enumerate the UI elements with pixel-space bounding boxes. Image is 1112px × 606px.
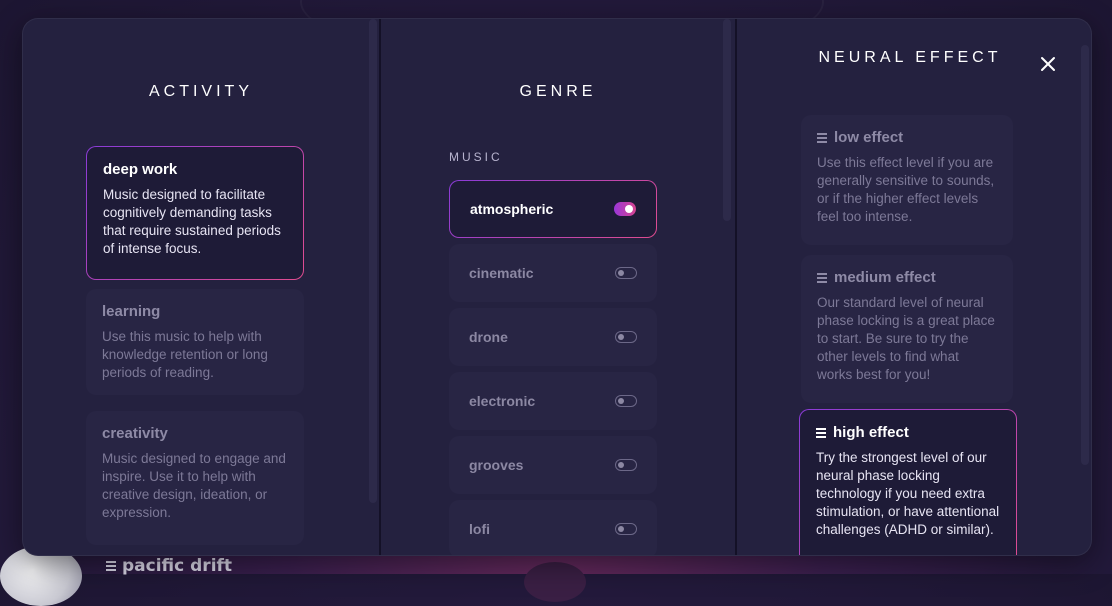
genre-item-electronic[interactable]: electronic [449, 372, 657, 430]
play-button-shadow [524, 562, 586, 602]
activity-card-learning[interactable]: learning Use this music to help with kno… [86, 289, 304, 395]
effect-card-title: low effect [817, 129, 997, 146]
now-playing-title: pacific drift [106, 556, 232, 576]
activity-card-desc: Music designed to facilitate cognitively… [103, 187, 281, 256]
genre-toggle[interactable] [614, 202, 636, 216]
effect-card-desc: Try the strongest level of our neural ph… [816, 450, 1000, 537]
neural-effect-column: NEURAL EFFECT low effect Use this effect… [737, 19, 1091, 555]
activity-card-deep-work[interactable]: deep work Music designed to facilitate c… [86, 146, 304, 280]
effect-card-desc: Our standard level of neural phase locki… [817, 295, 995, 382]
activity-column: ACTIVITY deep work Music designed to fac… [23, 19, 379, 555]
effect-card-high[interactable]: high effect Try the strongest level of o… [799, 409, 1017, 555]
neural-effect-scrollbar[interactable] [1081, 45, 1089, 465]
activity-card-desc: Use this music to help with knowledge re… [102, 329, 268, 380]
effect-card-title-text: low effect [834, 129, 904, 146]
genre-toggle[interactable] [615, 331, 637, 343]
activity-card-creativity[interactable]: creativity Music designed to engage and … [86, 411, 304, 545]
close-button[interactable] [1037, 53, 1059, 75]
genre-item-lofi[interactable]: lofi [449, 500, 657, 555]
effect-card-title: high effect [816, 424, 1000, 441]
now-playing-title-text: pacific drift [122, 556, 233, 576]
genre-toggle[interactable] [615, 523, 637, 535]
activity-title: ACTIVITY [148, 83, 253, 100]
genre-item-label: drone [469, 329, 508, 345]
effect-card-low[interactable]: low effect Use this effect level if you … [801, 115, 1013, 245]
genre-toggle[interactable] [615, 459, 637, 471]
activity-scrollbar[interactable] [369, 19, 377, 503]
genre-item-label: atmospheric [470, 201, 554, 217]
close-icon [1041, 57, 1055, 71]
filter-modal: ACTIVITY deep work Music designed to fac… [22, 18, 1092, 556]
activity-card-title: learning [102, 303, 161, 320]
genre-scrollbar[interactable] [723, 19, 731, 221]
effect-card-title: medium effect [817, 269, 997, 286]
genre-toggle[interactable] [615, 267, 637, 279]
genre-item-grooves[interactable]: grooves [449, 436, 657, 494]
genre-column: GENRE MUSIC atmospheric cinematic drone … [381, 19, 735, 555]
effect-level-icon [106, 561, 116, 571]
effect-level-icon [817, 272, 827, 283]
effect-card-medium[interactable]: medium effect Our standard level of neur… [801, 255, 1013, 403]
effect-card-title-text: high effect [833, 424, 909, 441]
effect-card-desc: Use this effect level if you are general… [817, 155, 995, 224]
genre-item-label: lofi [469, 521, 490, 537]
genre-item-label: cinematic [469, 265, 534, 281]
genre-item-label: grooves [469, 457, 524, 473]
effect-card-title-text: medium effect [834, 269, 936, 286]
genre-item-cinematic[interactable]: cinematic [449, 244, 657, 302]
activity-card-desc: Music designed to engage and inspire. Us… [102, 451, 286, 520]
genre-item-label: electronic [469, 393, 536, 409]
genre-item-atmospheric[interactable]: atmospheric [449, 180, 657, 238]
activity-card-title: deep work [103, 161, 178, 178]
genre-title: GENRE [519, 83, 597, 100]
genre-section-label: MUSIC [449, 150, 503, 164]
activity-card-title: creativity [102, 425, 168, 442]
effect-level-icon [817, 132, 827, 143]
effect-level-icon [816, 427, 826, 438]
genre-toggle[interactable] [615, 395, 637, 407]
genre-item-drone[interactable]: drone [449, 308, 657, 366]
